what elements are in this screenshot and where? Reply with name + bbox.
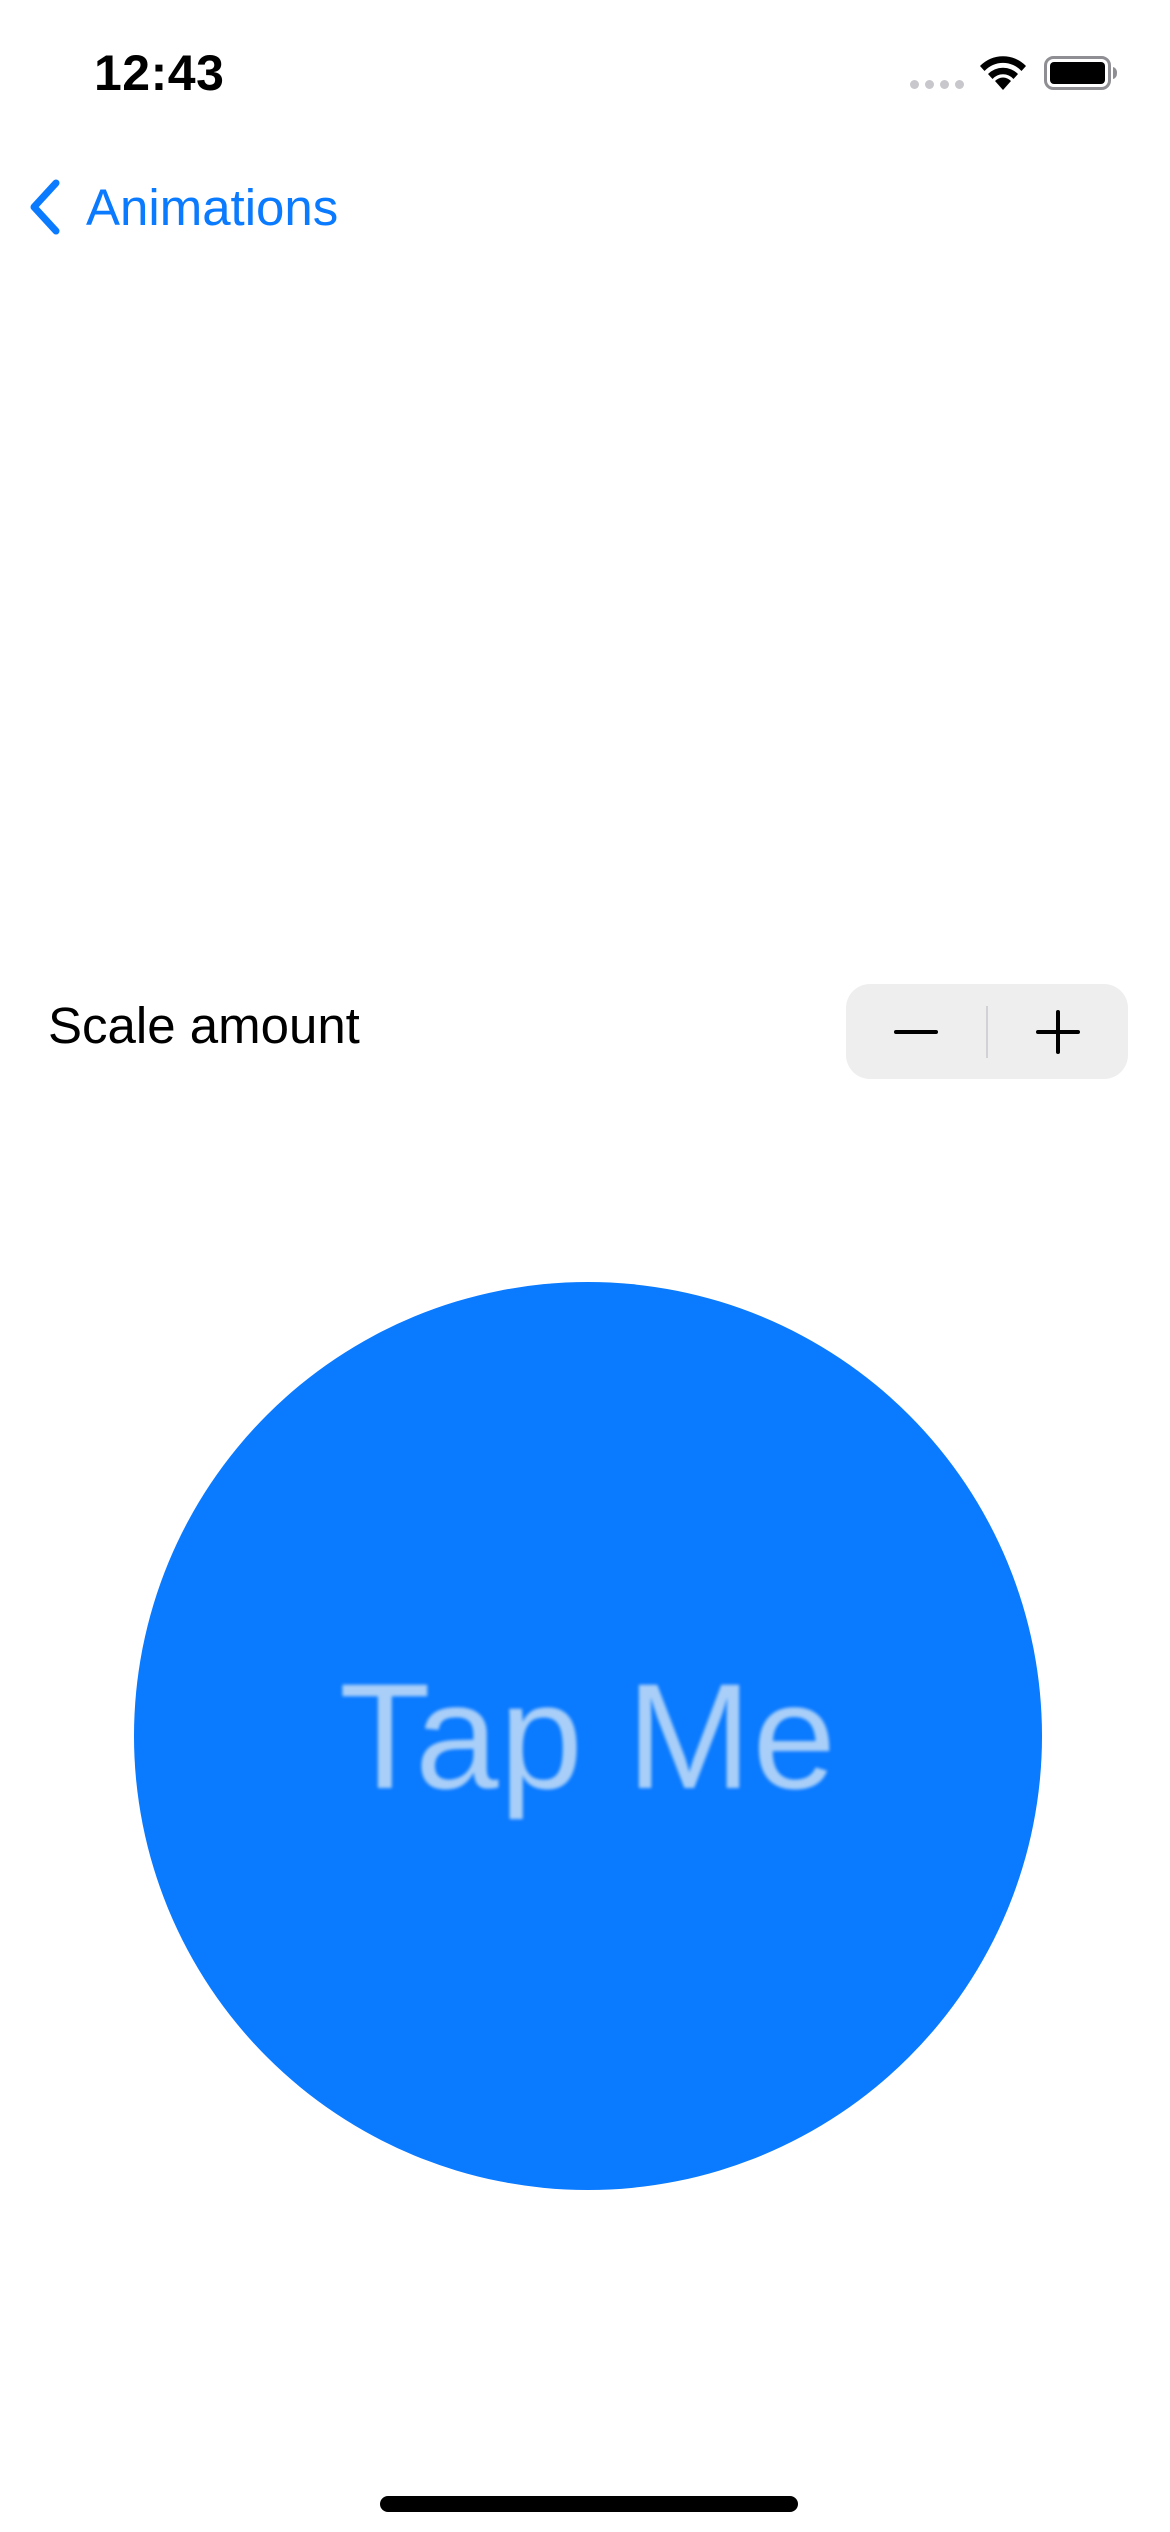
signal-dots-icon bbox=[910, 80, 964, 89]
decrement-button[interactable] bbox=[846, 984, 986, 1079]
tap-me-button[interactable]: Tap Me bbox=[134, 1282, 1042, 2190]
increment-button[interactable] bbox=[988, 984, 1128, 1079]
chevron-left-icon bbox=[30, 179, 60, 235]
scale-stepper bbox=[846, 984, 1128, 1079]
wifi-icon bbox=[980, 56, 1026, 90]
status-bar: 12:43 bbox=[0, 0, 1170, 150]
plus-icon bbox=[1036, 1009, 1080, 1054]
minus-icon bbox=[894, 1029, 938, 1034]
battery-icon bbox=[1044, 56, 1117, 90]
stepper-label: Scale amount bbox=[48, 997, 360, 1054]
tap-me-label: Tap Me bbox=[339, 1651, 837, 1820]
back-button[interactable]: Animations bbox=[24, 172, 338, 242]
back-button-label: Animations bbox=[86, 178, 339, 236]
home-indicator[interactable] bbox=[380, 2496, 798, 2512]
status-time: 12:43 bbox=[94, 45, 225, 101]
